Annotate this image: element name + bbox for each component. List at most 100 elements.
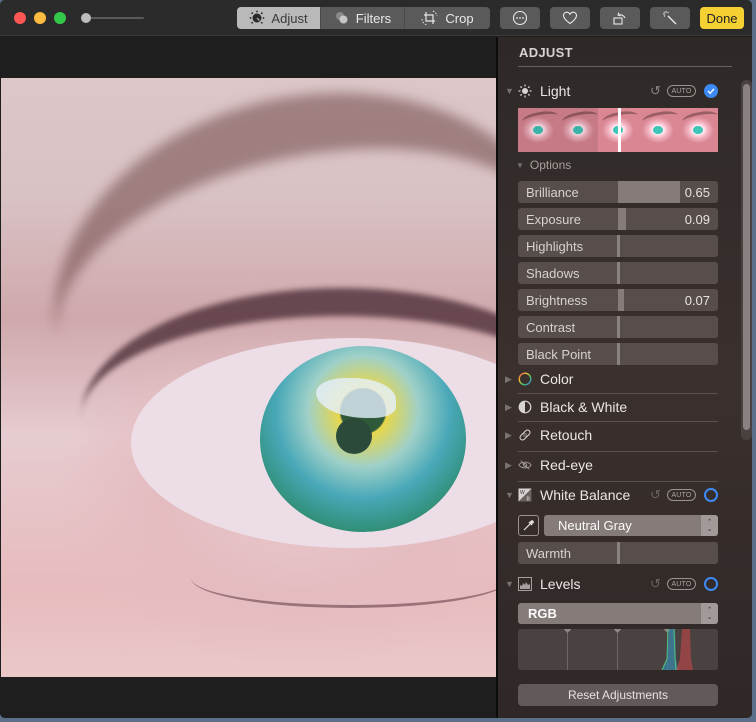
light-section-header[interactable]: ▼ Light ↺ AUTO xyxy=(498,79,738,103)
tab-crop[interactable]: Crop xyxy=(405,7,490,29)
light-enabled-checkbox[interactable] xyxy=(704,84,718,98)
levels-section-header[interactable]: ▼ Levels ↺ AUTO xyxy=(498,572,738,596)
filmstrip-marker[interactable] xyxy=(618,108,621,152)
slider-value: 0.65 xyxy=(684,185,710,200)
photo-zoom-slider[interactable] xyxy=(80,12,146,24)
slider-label: Highlights xyxy=(526,239,584,254)
wb-revert-icon[interactable]: ↺ xyxy=(650,487,661,503)
panel-title: ADJUST xyxy=(519,45,573,60)
magic-wand-icon xyxy=(663,11,677,25)
chevron-updown-icon: ⌃ ⌄ xyxy=(701,515,718,536)
light-label: Light xyxy=(540,83,571,99)
redeye-disclosure-triangle[interactable]: ▶ xyxy=(505,460,512,471)
wb-label: White Balance xyxy=(540,487,631,503)
slider-label: Brilliance xyxy=(526,185,579,200)
panel-scrollbar[interactable] xyxy=(741,80,752,440)
bw-disclosure-triangle[interactable]: ▶ xyxy=(505,402,512,413)
rotate-button[interactable] xyxy=(600,7,640,29)
light-auto-button[interactable]: AUTO xyxy=(667,85,696,97)
slider-contrast[interactable]: Contrast xyxy=(518,316,718,338)
sun-icon xyxy=(518,84,532,98)
filmstrip-thumb xyxy=(638,108,678,152)
heart-icon xyxy=(562,11,578,25)
wb-mode-select[interactable]: Neutral Gray ⌃ ⌄ xyxy=(544,515,718,536)
more-options-button[interactable] xyxy=(500,7,540,29)
light-revert-icon[interactable]: ↺ xyxy=(650,83,661,99)
wb-disclosure-triangle[interactable]: ▼ xyxy=(505,490,514,500)
photos-edit-window: Adjust Filters Crop Done ADJUST ▼ Light … xyxy=(0,0,752,718)
tab-adjust-label: Adjust xyxy=(271,10,308,26)
checkmark-icon xyxy=(707,88,715,95)
levels-channel-value: RGB xyxy=(528,606,557,621)
light-options-toggle[interactable]: ▼ Options xyxy=(516,158,571,172)
slider-value: 0.07 xyxy=(684,293,710,308)
minimize-button[interactable] xyxy=(34,12,46,24)
close-button[interactable] xyxy=(14,12,26,24)
color-wheel-icon xyxy=(518,372,532,386)
edited-photo-eye[interactable] xyxy=(1,78,496,677)
histogram-red xyxy=(676,629,693,670)
slider-exposure[interactable]: Exposure 0.09 xyxy=(518,208,718,230)
levels-label: Levels xyxy=(540,576,581,592)
color-section-header[interactable]: ▶ Color xyxy=(498,367,738,391)
levels-revert-icon[interactable]: ↺ xyxy=(650,576,661,592)
adjust-dial-icon xyxy=(250,10,265,24)
retouch-disclosure-triangle[interactable]: ▶ xyxy=(505,430,512,441)
filmstrip-thumb xyxy=(558,108,598,152)
photo-canvas xyxy=(0,37,496,718)
levels-channel-select[interactable]: RGB ⌃ ⌄ xyxy=(518,603,718,624)
section-divider xyxy=(518,393,718,394)
eyedropper-button[interactable] xyxy=(518,515,539,536)
zoom-button[interactable] xyxy=(54,12,66,24)
tab-filters[interactable]: Filters xyxy=(321,7,405,29)
tab-adjust[interactable]: Adjust xyxy=(237,7,321,29)
slider-label: Contrast xyxy=(526,320,576,335)
section-divider xyxy=(518,481,718,482)
levels-disclosure-triangle[interactable]: ▼ xyxy=(505,579,514,589)
favorite-button[interactable] xyxy=(550,7,590,29)
light-disclosure-triangle[interactable]: ▼ xyxy=(505,86,514,96)
retouch-section-header[interactable]: ▶ Retouch xyxy=(498,423,738,447)
tab-filters-label: Filters xyxy=(355,10,392,26)
toolbar: Adjust Filters Crop Done xyxy=(0,0,752,36)
options-disclosure-triangle: ▼ xyxy=(516,160,524,170)
reset-adjustments-button[interactable]: Reset Adjustments xyxy=(518,684,718,706)
slider-label: Exposure xyxy=(526,212,581,227)
slider-warmth[interactable]: Warmth xyxy=(518,542,718,564)
levels-auto-button[interactable]: AUTO xyxy=(667,578,696,590)
slider-center-tick xyxy=(617,542,620,564)
crop-icon xyxy=(421,10,438,26)
levels-enabled-checkbox[interactable] xyxy=(704,577,718,591)
zoom-slider-knob[interactable] xyxy=(81,13,91,23)
slider-label: Warmth xyxy=(526,546,572,561)
slider-brilliance[interactable]: Brilliance 0.65 xyxy=(518,181,718,203)
eyedropper-icon xyxy=(523,520,534,531)
auto-enhance-button[interactable] xyxy=(650,7,690,29)
slider-center-tick xyxy=(617,316,620,338)
slider-brightness[interactable]: Brightness 0.07 xyxy=(518,289,718,311)
levels-histogram[interactable] xyxy=(518,629,718,670)
filmstrip-thumb xyxy=(678,108,718,152)
red-eye-section-header[interactable]: ▶ Red-eye xyxy=(498,453,738,477)
filters-circles-icon xyxy=(335,12,348,24)
black-white-section-header[interactable]: ▶ Black & White xyxy=(498,395,738,419)
tab-crop-label: Crop xyxy=(445,10,474,26)
histogram-curves xyxy=(661,629,693,670)
histogram-icon xyxy=(518,577,532,591)
wb-enabled-checkbox[interactable] xyxy=(704,488,718,502)
slider-label: Shadows xyxy=(526,266,580,281)
scrollbar-thumb[interactable] xyxy=(743,84,750,430)
edit-mode-segmented-control: Adjust Filters Crop xyxy=(237,7,490,29)
zoom-slider-track xyxy=(86,17,144,19)
slider-highlights[interactable]: Highlights xyxy=(518,235,718,257)
wb-auto-button[interactable]: AUTO xyxy=(667,489,696,501)
eye-slash-icon xyxy=(518,458,532,472)
slider-black-point[interactable]: Black Point xyxy=(518,343,718,365)
title-divider xyxy=(518,66,732,67)
retouch-label: Retouch xyxy=(540,427,593,443)
done-button[interactable]: Done xyxy=(700,7,744,29)
rotate-icon xyxy=(613,12,626,25)
white-balance-section-header[interactable]: ▼ WB White Balance ↺ AUTO xyxy=(498,483,738,507)
color-disclosure-triangle[interactable]: ▶ xyxy=(505,374,512,385)
slider-shadows[interactable]: Shadows xyxy=(518,262,718,284)
